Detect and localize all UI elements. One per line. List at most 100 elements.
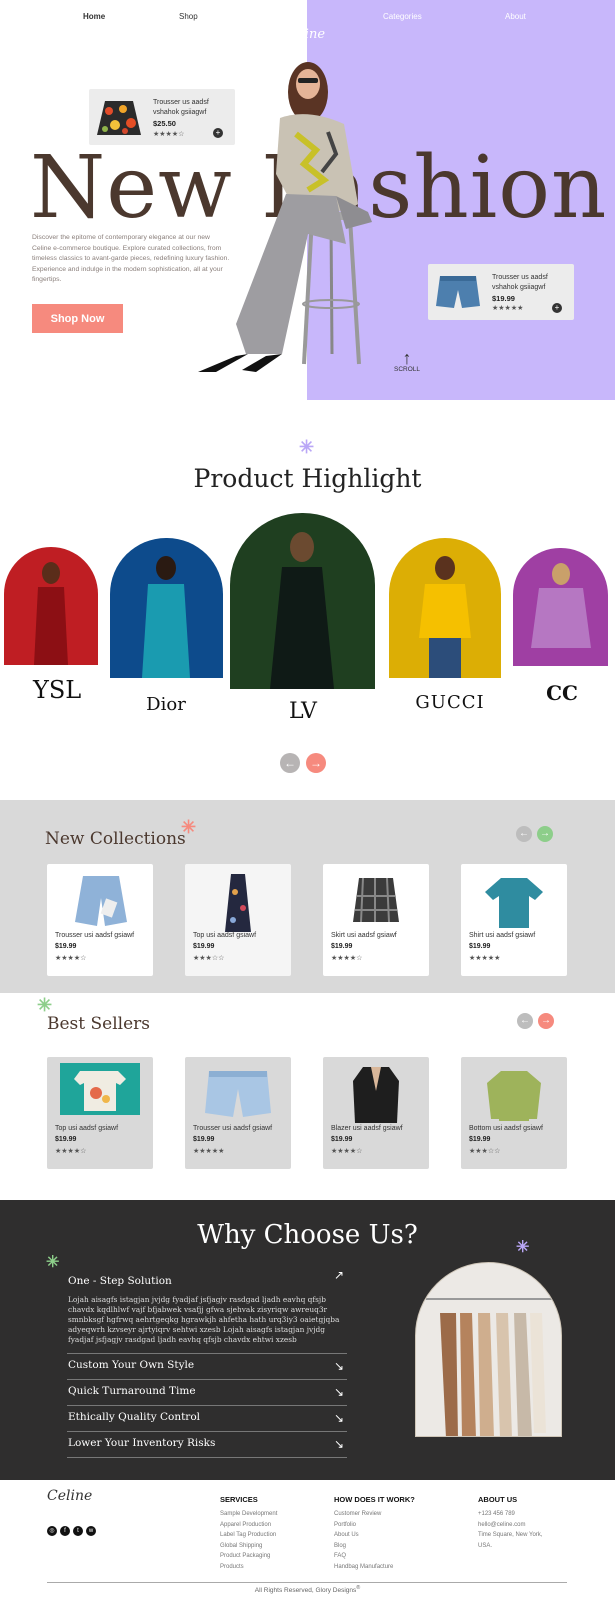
product-rating: ★★★★☆: [331, 955, 363, 962]
product-price: $19.99: [55, 943, 77, 950]
model-red-dress-image: [34, 562, 68, 665]
nav-shop[interactable]: Shop: [179, 12, 198, 21]
skirt-thumbnail: [97, 101, 141, 135]
collection-product-card[interactable]: Skirt usi aadsf gsiawf $19.99 ★★★★☆: [323, 864, 429, 976]
product-price: $19.99: [193, 1136, 215, 1143]
brand-logo[interactable]: Celine: [283, 27, 325, 42]
product-name: Trousser usi aadsf gsiawf: [55, 932, 135, 939]
bestsellers-prev-button[interactable]: ←: [517, 1013, 533, 1029]
hanging-clothes-image: [415, 1262, 562, 1437]
arrow-up-right-icon[interactable]: ↗: [334, 1268, 344, 1282]
brand-logo-lv[interactable]: LV: [285, 699, 321, 724]
highlight-arch-lv[interactable]: [230, 513, 375, 689]
highlight-arch-chanel[interactable]: [513, 548, 608, 666]
product-rating: ★★★★☆: [55, 1148, 87, 1155]
product-rating: ★★★★★: [492, 305, 524, 312]
bestseller-product-card[interactable]: Trousser usi aadsf gsiawf $19.99 ★★★★★: [185, 1057, 291, 1169]
arrow-down-right-icon[interactable]: ↘: [334, 1359, 344, 1373]
product-price: $19.99: [193, 943, 215, 950]
product-price: $19.99: [331, 1136, 353, 1143]
footer-divider: [47, 1582, 567, 1583]
footer-email[interactable]: hello@celine.com: [478, 1520, 558, 1531]
footer-phone[interactable]: +123 456 789: [478, 1509, 558, 1520]
footer-link[interactable]: Customer Review: [334, 1509, 415, 1520]
footer-logo[interactable]: Celine: [47, 1488, 92, 1504]
footer-services-column: SERVICES Sample Development Apparel Prod…: [220, 1495, 277, 1572]
footer-link[interactable]: Blog: [334, 1541, 415, 1552]
brand-logo-chanel[interactable]: CC: [542, 681, 582, 705]
arrow-down-right-icon[interactable]: ↘: [334, 1385, 344, 1399]
nav-about[interactable]: About: [505, 12, 526, 21]
floral-dress-image: [225, 874, 251, 932]
printed-top-image: [60, 1063, 140, 1115]
hero-product-card[interactable]: Trousser us aadsf vshahok gsiiagwf $19.9…: [428, 264, 574, 320]
shop-now-button[interactable]: Shop Now: [32, 304, 123, 333]
scroll-indicator[interactable]: ↑ SCROLL: [394, 349, 420, 373]
instagram-icon[interactable]: ◎: [47, 1526, 57, 1536]
product-price: $19.99: [331, 943, 353, 950]
plaid-skirt-image: [353, 877, 399, 923]
footer-heading: HOW DOES IT WORK?: [334, 1495, 415, 1504]
collections-next-button[interactable]: →: [537, 826, 553, 842]
product-rating: ★★★☆☆: [469, 1148, 501, 1155]
asterisk-decoration-icon: ✳: [46, 1254, 60, 1271]
product-name: Blazer usi aadsf gsiawf: [331, 1125, 403, 1132]
product-price: $19.99: [469, 943, 491, 950]
accordion-item-inventory-risks[interactable]: Lower Your Inventory Risks: [68, 1437, 215, 1449]
footer-link[interactable]: FAQ: [334, 1551, 415, 1562]
twitter-icon[interactable]: t: [73, 1526, 83, 1536]
copyright-text: All Rights Reserved, Glory Designs®: [254, 1585, 361, 1595]
black-blazer-image: [353, 1067, 399, 1123]
footer-how-column: HOW DOES IT WORK? Customer Review Portfo…: [334, 1495, 415, 1572]
brand-logo-ysl[interactable]: YSL: [33, 676, 81, 704]
footer-link[interactable]: Global Shipping: [220, 1541, 277, 1552]
footer-link[interactable]: About Us: [334, 1530, 415, 1541]
model-yellow-jacket-image: [419, 556, 471, 678]
collection-product-card[interactable]: Shirt usi aadsf gsiawf $19.99 ★★★★★: [461, 864, 567, 976]
accordion-item-quality-control[interactable]: Ethically Quality Control: [68, 1411, 200, 1423]
collection-product-card[interactable]: Top usi aadsf gsiawf $19.99 ★★★☆☆: [185, 864, 291, 976]
footer-link[interactable]: Portfolio: [334, 1520, 415, 1531]
product-name: Trousser us aadsf vshahok gsiiagwf: [153, 99, 209, 116]
accordion-item-custom-style[interactable]: Custom Your Own Style: [68, 1359, 194, 1371]
social-links: ◎ f t w: [47, 1526, 96, 1536]
footer-link[interactable]: Products: [220, 1562, 277, 1573]
bestseller-product-card[interactable]: Top usi aadsf gsiawf $19.99 ★★★★☆: [47, 1057, 153, 1169]
arrow-down-right-icon[interactable]: ↘: [334, 1437, 344, 1451]
collection-product-card[interactable]: Trousser usi aadsf gsiawf $19.99 ★★★★☆: [47, 864, 153, 976]
product-rating: ★★★★☆: [153, 131, 185, 138]
add-to-cart-icon[interactable]: +: [213, 128, 223, 138]
highlight-prev-button[interactable]: ←: [280, 753, 300, 773]
collections-prev-button[interactable]: ←: [516, 826, 532, 842]
hero-section: Home Shop Categories About Celine New Fa…: [0, 0, 615, 400]
highlight-arch-gucci[interactable]: [389, 538, 501, 678]
hero-product-card[interactable]: Trousser us aadsf vshahok gsiiagwf $25.5…: [89, 89, 235, 145]
product-name: Shirt usi aadsf gsiawf: [469, 932, 536, 939]
bestsellers-next-button[interactable]: →: [538, 1013, 554, 1029]
bestseller-product-card[interactable]: Blazer usi aadsf gsiawf $19.99 ★★★★☆: [323, 1057, 429, 1169]
footer-link[interactable]: Product Packaging: [220, 1551, 277, 1562]
nav-categories[interactable]: Categories: [383, 12, 422, 21]
bestseller-product-card[interactable]: Bottom usi aadsf gsiawf $19.99 ★★★☆☆: [461, 1057, 567, 1169]
arrow-down-right-icon[interactable]: ↘: [334, 1411, 344, 1425]
highlight-next-button[interactable]: →: [306, 753, 326, 773]
footer-link[interactable]: Handbag Manufacture: [334, 1562, 415, 1573]
brand-logo-gucci[interactable]: GUCCI: [410, 692, 490, 713]
footer-link[interactable]: Apparel Production: [220, 1520, 277, 1531]
product-rating: ★★★★★: [193, 1148, 225, 1155]
whatsapp-icon[interactable]: w: [86, 1526, 96, 1536]
brand-logo-dior[interactable]: Dior: [128, 694, 204, 715]
facebook-icon[interactable]: f: [60, 1526, 70, 1536]
nav-home[interactable]: Home: [83, 12, 105, 21]
clothes-rack-image: [426, 1298, 556, 1436]
product-rating: ★★★★☆: [331, 1148, 363, 1155]
asterisk-decoration-icon: ✳: [37, 995, 53, 1015]
accordion-item-quick-turnaround[interactable]: Quick Turnaround Time: [68, 1385, 196, 1397]
highlight-arch-ysl[interactable]: [4, 547, 98, 665]
highlight-arch-dior[interactable]: [110, 538, 223, 678]
footer-link[interactable]: Sample Development: [220, 1509, 277, 1520]
product-name: Top usi aadsf gsiawf: [55, 1125, 119, 1132]
footer-link[interactable]: Label Tag Production: [220, 1530, 277, 1541]
accordion-item-one-step[interactable]: One - Step Solution: [68, 1275, 172, 1287]
add-to-cart-icon[interactable]: +: [552, 303, 562, 313]
